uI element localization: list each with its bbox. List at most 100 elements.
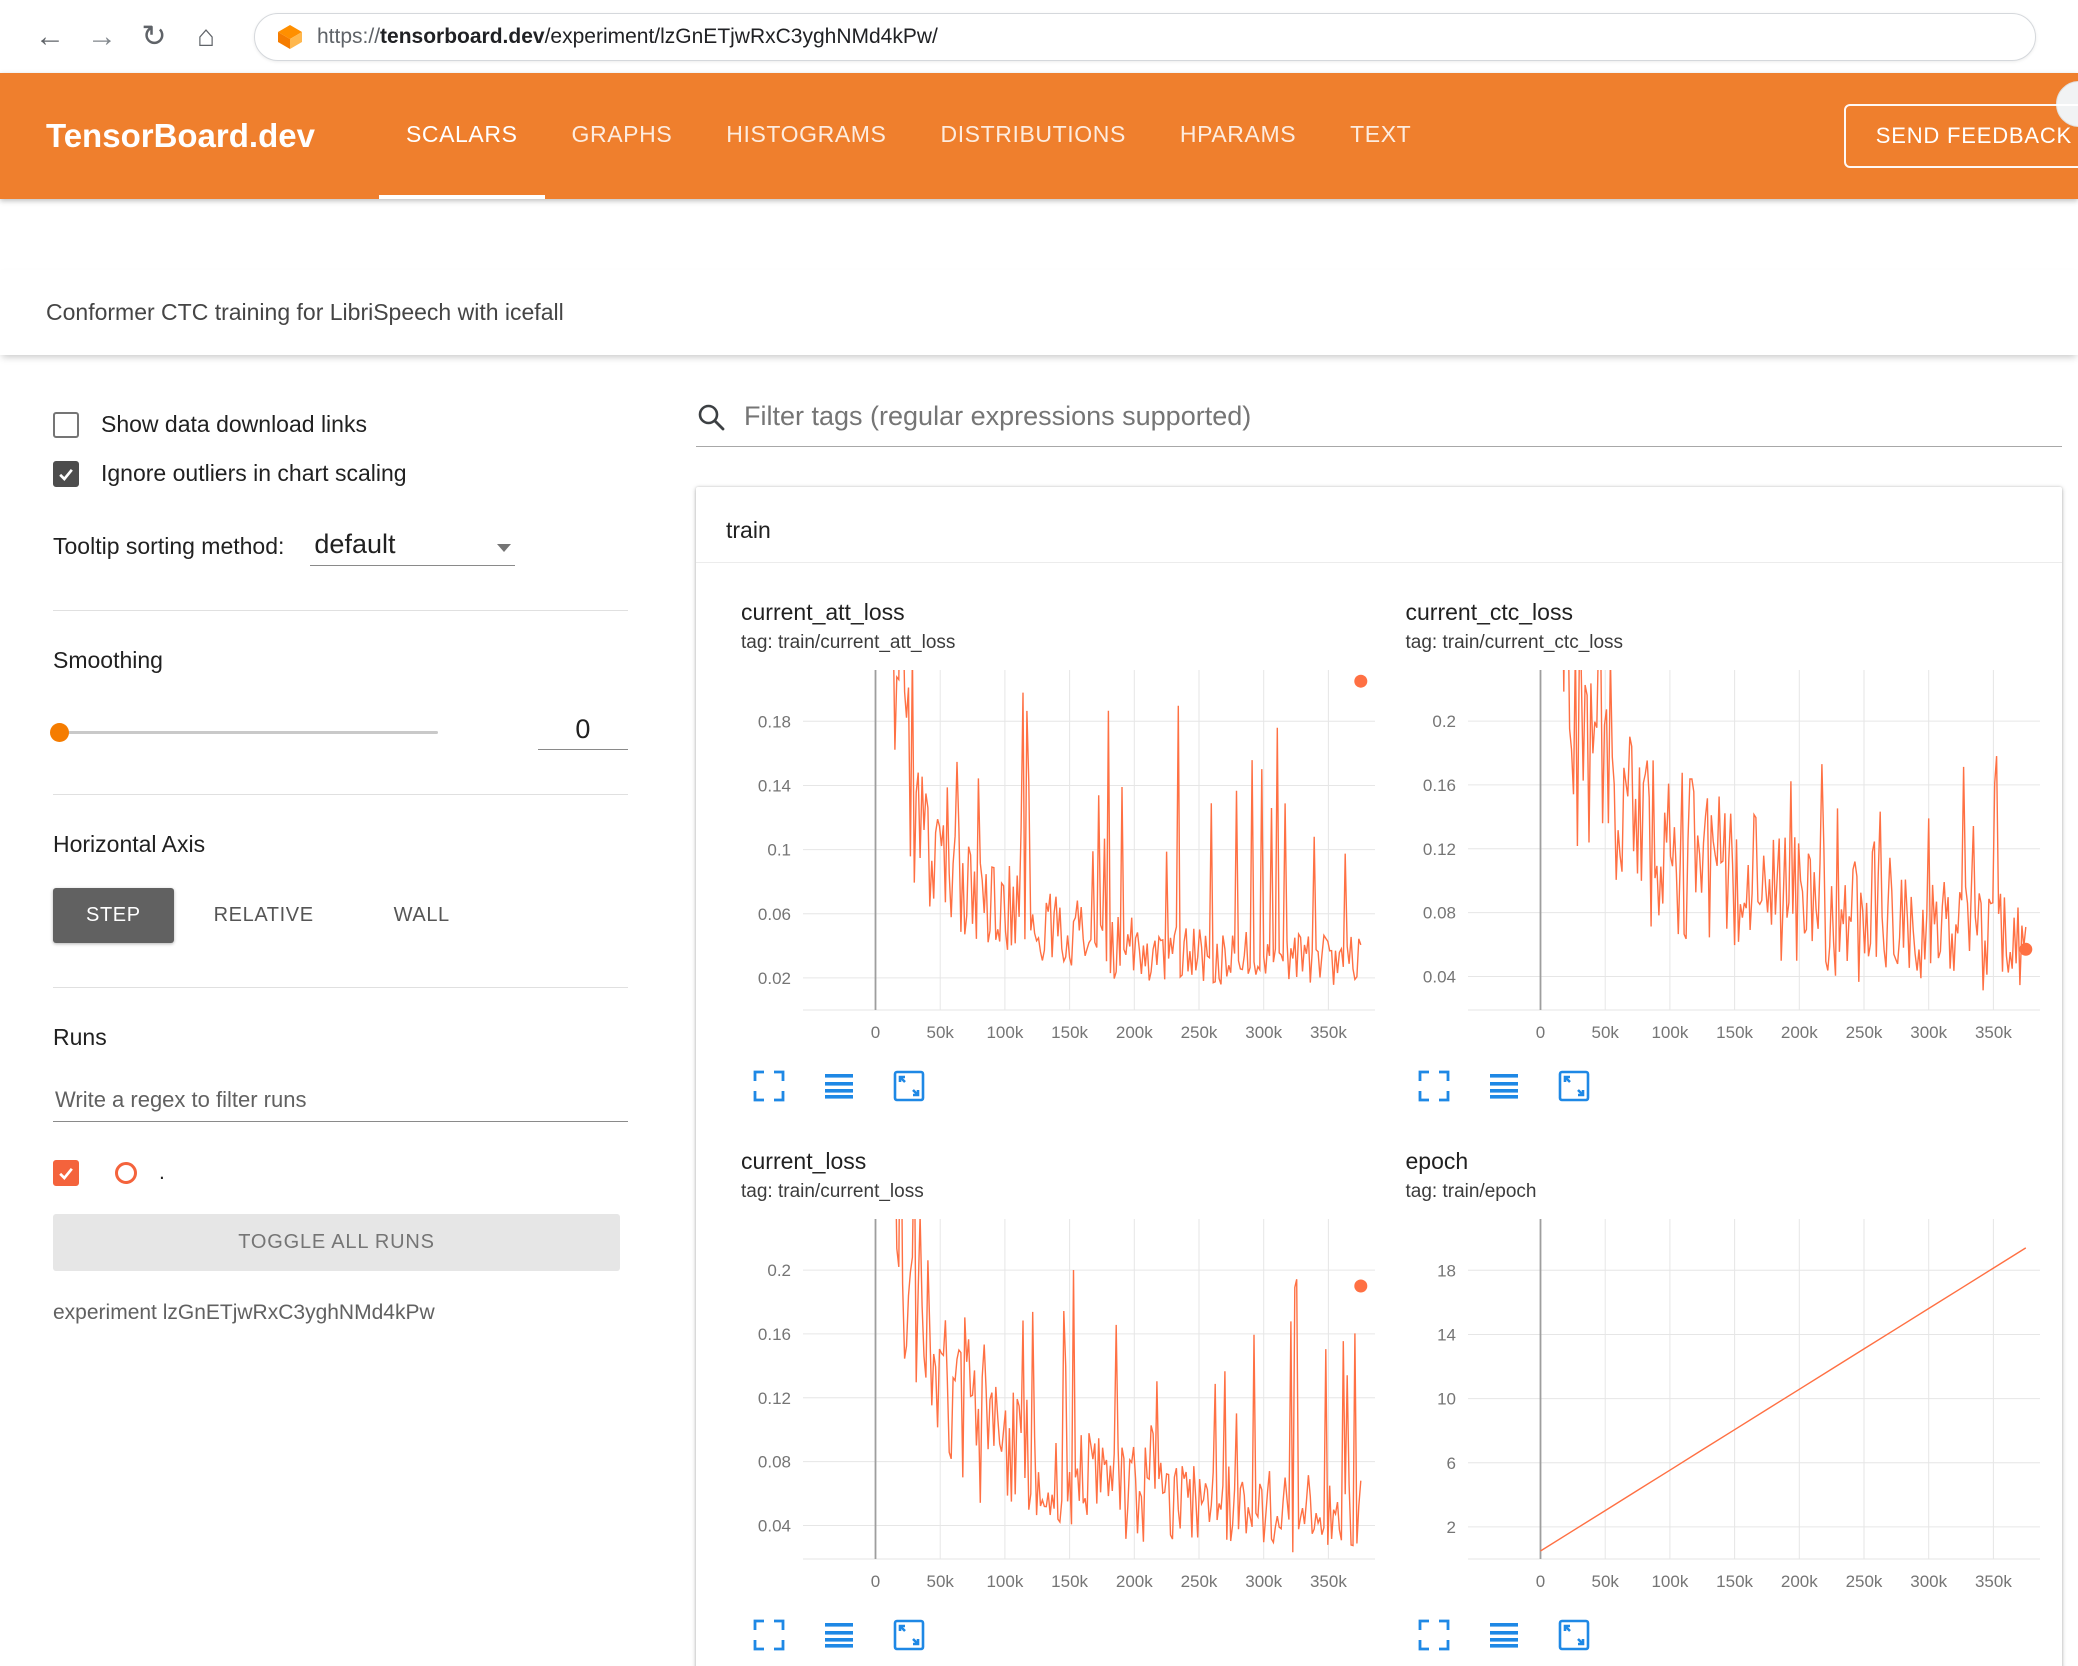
x-tick-label: 0	[1535, 1572, 1544, 1591]
smoothing-label: Smoothing	[53, 647, 163, 673]
url-bar[interactable]: https://tensorboard.dev/experiment/lzGnE…	[254, 12, 2036, 61]
y-tick-label: 10	[1437, 1390, 1456, 1409]
send-feedback-button[interactable]: SEND FEEDBACK	[1843, 104, 2078, 168]
x-tick-label: 250k	[1181, 1572, 1218, 1591]
y-tick-label: 18	[1437, 1261, 1456, 1280]
url-text: https://tensorboard.dev/experiment/lzGnE…	[317, 25, 938, 49]
chart-tag: tag: train/current_att_loss	[741, 632, 956, 653]
axis-wall-button[interactable]: WALL	[354, 888, 490, 943]
train-section-header[interactable]: train	[696, 487, 2062, 563]
chart-canvas-epoch[interactable]: 2 6 10 14 18 0 50k 100k 150k 200k 250k 300k 350k	[1406, 1213, 2046, 1595]
chart-title: current_ctc_loss	[1405, 599, 1573, 625]
tag-filter-input[interactable]	[744, 401, 2062, 432]
fit-domain-icon[interactable]	[1556, 1617, 1592, 1653]
expand-chart-icon[interactable]	[751, 1617, 787, 1653]
y-tick-label: 0.02	[758, 969, 791, 988]
y-tick-label: 0.16	[758, 1325, 791, 1344]
ignore-outliers-row[interactable]: Ignore outliers in chart scaling	[53, 460, 628, 487]
y-tick-label: 0.1	[767, 841, 791, 860]
tab-graphs[interactable]: GRAPHS	[545, 73, 700, 199]
divider	[53, 794, 628, 795]
chart-current-loss: current_loss tag: train/current_loss 0.0…	[741, 1148, 1388, 1653]
tooltip-sorting-row: Tooltip sorting method: default	[53, 529, 628, 566]
toggle-all-runs-button[interactable]: TOGGLE ALL RUNS	[53, 1214, 620, 1271]
x-tick-label: 100k	[986, 1023, 1023, 1042]
tooltip-sorting-value: default	[314, 529, 396, 559]
x-tick-label: 200k	[1780, 1572, 1817, 1591]
x-tick-label: 350k	[1974, 1023, 2011, 1042]
fit-domain-icon[interactable]	[1556, 1068, 1592, 1104]
show-download-links-checkbox[interactable]	[53, 411, 79, 438]
y-tick-label: 0.2	[1432, 712, 1456, 731]
x-tick-label: 0	[1535, 1023, 1544, 1042]
expand-chart-icon[interactable]	[751, 1068, 787, 1104]
tab-scalars[interactable]: SCALARS	[378, 73, 545, 199]
chart-toolbar	[741, 1617, 1388, 1653]
x-tick-label: 50k	[1591, 1572, 1619, 1591]
tab-hparams[interactable]: HPARAMS	[1153, 73, 1323, 199]
divider	[53, 610, 628, 611]
x-tick-label: 350k	[1974, 1572, 2011, 1591]
last-value-dot	[1354, 1279, 1368, 1293]
chart-canvas-current_ctc_loss[interactable]: 0.04 0.08 0.12 0.16 0.2 0 50k 100k 150k 200k 250k 3…	[1406, 664, 2046, 1046]
app-header: TensorBoard.dev SCALARS GRAPHS HISTOGRAM…	[0, 73, 2078, 199]
smoothing-value[interactable]: 0	[537, 714, 628, 750]
smoothing-slider[interactable]	[50, 722, 438, 742]
chart-tag: tag: train/current_ctc_loss	[1405, 632, 1624, 653]
settings-sidebar: Show data download links Ignore outliers…	[0, 355, 645, 1666]
back-icon[interactable]: ←	[24, 11, 76, 63]
chart-canvas-current_att_loss[interactable]: 0.02 0.06 0.1 0.14 0.18 0 50k 100k 150k 200k 250k 3…	[741, 664, 1381, 1046]
y-tick-label: 2	[1446, 1518, 1455, 1537]
fit-domain-icon[interactable]	[891, 1068, 927, 1104]
fit-domain-icon[interactable]	[891, 1617, 927, 1653]
expand-chart-icon[interactable]	[1416, 1068, 1452, 1104]
tag-filter-row	[696, 401, 2062, 447]
url-scheme: https://	[317, 24, 381, 48]
x-tick-label: 50k	[1591, 1023, 1619, 1042]
show-download-links-row[interactable]: Show data download links	[53, 411, 628, 438]
url-path: /experiment/lzGnETjwRxC3yghNMd4kPw/	[544, 24, 938, 48]
x-tick-label: 200k	[1780, 1023, 1817, 1042]
tab-distributions[interactable]: DISTRIBUTIONS	[913, 73, 1152, 199]
search-icon	[696, 402, 726, 432]
experiment-description-bar: Conformer CTC training for LibriSpeech w…	[0, 270, 2078, 355]
run-row[interactable]: .	[53, 1160, 628, 1186]
site-favicon	[277, 24, 303, 50]
home-icon[interactable]: ⌂	[180, 11, 232, 63]
chart-plot: 0.04 0.08 0.12 0.16 0.2 0 50k 100k 150k 200k 250k 3…	[1406, 664, 2053, 1046]
x-tick-label: 300k	[1245, 1572, 1282, 1591]
run-checkbox[interactable]	[53, 1160, 79, 1186]
axis-relative-button[interactable]: RELATIVE	[174, 888, 354, 943]
check-icon	[59, 468, 73, 481]
expand-chart-icon[interactable]	[1416, 1617, 1452, 1653]
toggle-y-axis-icon[interactable]	[1486, 1068, 1522, 1104]
runs-filter-input[interactable]	[53, 1079, 628, 1122]
series-line	[1539, 1247, 2026, 1552]
chart-epoch: epoch tag: train/epoch 2 6 10 14 18 0 50k 100k 1…	[1406, 1148, 2053, 1653]
chart-tag: tag: train/epoch	[1405, 1181, 1537, 1202]
toggle-y-axis-icon[interactable]	[821, 1068, 857, 1104]
ignore-outliers-checkbox[interactable]	[53, 460, 79, 487]
axis-step-button[interactable]: STEP	[53, 888, 174, 943]
nav-tabs: SCALARS GRAPHS HISTOGRAMS DISTRIBUTIONS …	[378, 73, 1438, 199]
chart-toolbar	[741, 1068, 1388, 1104]
forward-icon[interactable]: →	[76, 11, 128, 63]
tab-text[interactable]: TEXT	[1323, 73, 1438, 199]
url-domain: tensorboard.dev	[380, 24, 545, 48]
tooltip-sorting-dropdown[interactable]: default	[310, 529, 516, 566]
experiment-id-line: experiment lzGnETjwRxC3yghNMd4kPw	[53, 1301, 435, 1324]
chart-canvas-current_loss[interactable]: 0.04 0.08 0.12 0.16 0.2 0 50k 100k 150k 200k 250k 3…	[741, 1213, 1381, 1595]
y-tick-label: 0.18	[758, 712, 791, 731]
check-icon	[59, 1167, 73, 1180]
smoothing-slider-thumb[interactable]	[50, 722, 69, 742]
y-tick-label: 0.2	[767, 1261, 791, 1280]
tab-histograms[interactable]: HISTOGRAMS	[699, 73, 913, 199]
reload-icon[interactable]: ↻	[128, 11, 180, 63]
chevron-down-icon	[497, 544, 512, 552]
toggle-y-axis-icon[interactable]	[821, 1617, 857, 1653]
run-name: .	[159, 1161, 165, 1184]
run-color-swatch[interactable]	[115, 1162, 137, 1184]
horizontal-axis-label: Horizontal Axis	[53, 831, 206, 857]
toggle-y-axis-icon[interactable]	[1486, 1617, 1522, 1653]
ignore-outliers-label: Ignore outliers in chart scaling	[101, 460, 407, 486]
